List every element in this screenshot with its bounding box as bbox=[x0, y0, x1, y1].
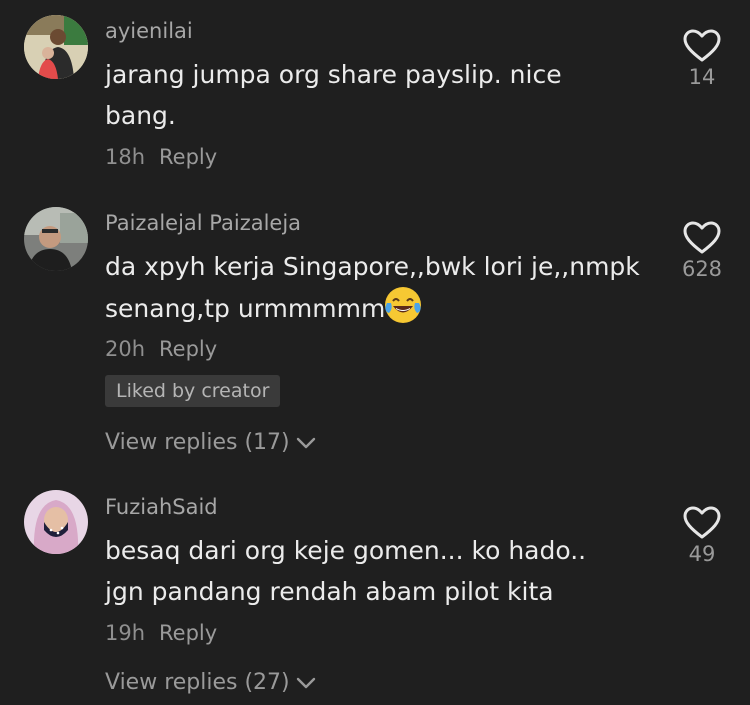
comment-username[interactable]: FuziahSaid bbox=[105, 495, 218, 519]
heart-outline-icon[interactable] bbox=[672, 506, 732, 540]
heart-outline-icon[interactable] bbox=[672, 221, 732, 255]
comment-username[interactable]: ayienilai bbox=[105, 19, 193, 43]
face-with-tears-of-joy-icon bbox=[385, 287, 422, 323]
comment-meta: 18h Reply bbox=[105, 145, 217, 169]
reply-button[interactable]: Reply bbox=[159, 145, 217, 169]
comment-timestamp: 18h bbox=[105, 145, 146, 169]
comment-meta: 19h Reply bbox=[105, 621, 217, 645]
reply-button[interactable]: Reply bbox=[159, 337, 217, 361]
like-count: 628 bbox=[681, 257, 723, 281]
view-replies-button[interactable]: View replies (17) bbox=[105, 430, 316, 455]
reply-button[interactable]: Reply bbox=[159, 621, 217, 645]
comment-item: FuziahSaid besaq dari org keje gomen... … bbox=[0, 475, 750, 705]
chevron-down-icon[interactable] bbox=[290, 670, 316, 695]
like-button[interactable]: 628 bbox=[672, 221, 732, 281]
like-count: 14 bbox=[688, 65, 716, 89]
comment-meta: 20h Reply bbox=[105, 337, 217, 361]
comment-text-body: da xpyh kerja Singapore,,bwk lori je,,nm… bbox=[105, 252, 640, 323]
chevron-down-icon[interactable] bbox=[290, 430, 316, 455]
avatar[interactable] bbox=[24, 15, 88, 79]
liked-by-creator-badge: Liked by creator bbox=[105, 375, 281, 407]
like-count: 49 bbox=[688, 542, 716, 566]
comment-text: jarang jumpa org share payslip. nice ban… bbox=[105, 60, 562, 130]
view-replies-button[interactable]: View replies (27) bbox=[105, 670, 316, 695]
view-replies-label[interactable]: View replies (27) bbox=[105, 670, 290, 695]
view-replies-label[interactable]: View replies (17) bbox=[105, 430, 290, 455]
comment-username[interactable]: Paizalejal Paizaleja bbox=[105, 211, 301, 235]
comment-text: besaq dari org keje gomen... ko hado.. j… bbox=[105, 536, 587, 606]
like-button[interactable]: 14 bbox=[672, 29, 732, 89]
comment-timestamp: 19h bbox=[105, 621, 146, 645]
heart-outline-icon[interactable] bbox=[672, 29, 732, 63]
avatar[interactable] bbox=[24, 207, 88, 271]
comment-item: ayienilai jarang jumpa org share payslip… bbox=[0, 0, 750, 190]
avatar[interactable] bbox=[24, 490, 88, 554]
comment-timestamp: 20h bbox=[105, 337, 146, 361]
comment-text: da xpyh kerja Singapore,,bwk lori je,,nm… bbox=[105, 246, 645, 329]
comment-item: Paizalejal Paizaleja da xpyh kerja Singa… bbox=[0, 190, 750, 470]
like-button[interactable]: 49 bbox=[672, 506, 732, 566]
